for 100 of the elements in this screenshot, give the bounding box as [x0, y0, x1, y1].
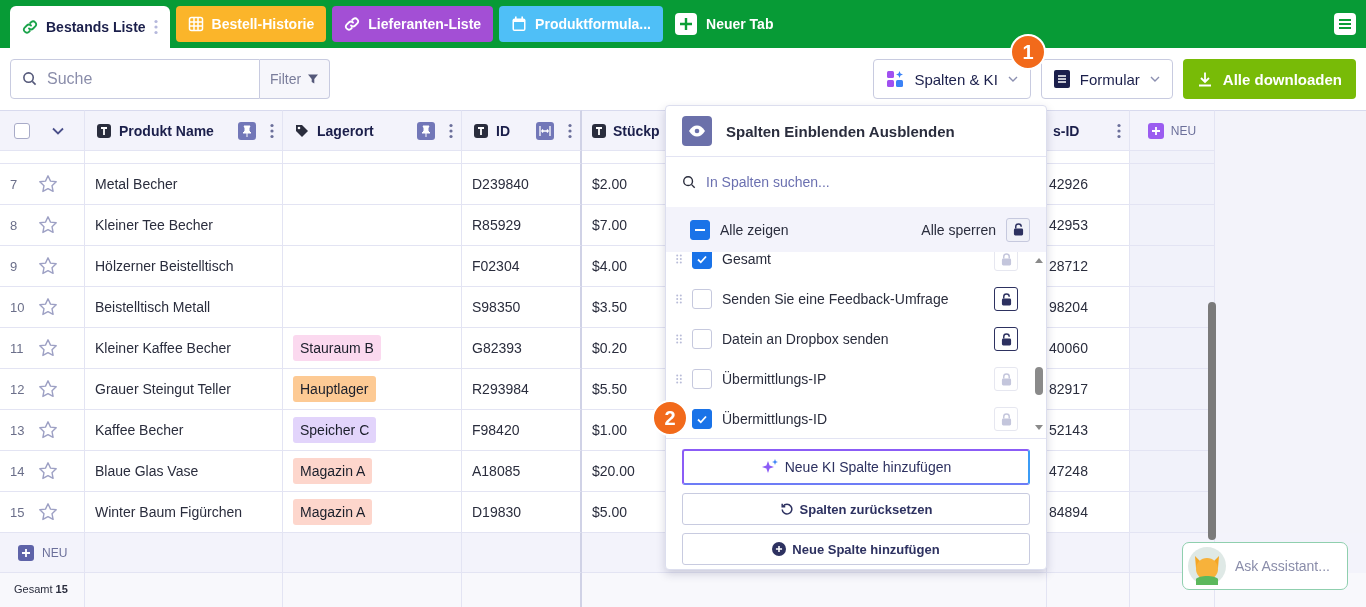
avatar-icon: [1187, 546, 1227, 586]
plus-icon: [772, 542, 787, 556]
row-number: 13: [10, 422, 26, 438]
show-all-label: Alle zeigen: [720, 221, 789, 238]
lock-button[interactable]: [994, 287, 1018, 311]
add-row-button[interactable]: NEU: [14, 544, 68, 561]
show-all-checkbox[interactable]: [690, 219, 710, 240]
lock-button[interactable]: [994, 327, 1018, 351]
scrollbar[interactable]: [1208, 302, 1216, 540]
form-button[interactable]: Formular: [1040, 59, 1173, 99]
star-icon[interactable]: [38, 502, 58, 522]
lock-all-button[interactable]: [1006, 217, 1030, 242]
funnel-icon: [307, 73, 320, 85]
location-tag: Hauptlager: [293, 376, 376, 402]
table-cell: Metal Becher: [85, 164, 283, 205]
select-all-checkbox[interactable]: [14, 122, 30, 139]
lock-icon: [1000, 412, 1012, 426]
search-icon: [682, 175, 696, 189]
table-cell: D19830: [462, 492, 582, 533]
column-label: Datein an Dropbox senden: [722, 331, 889, 347]
table-cell: Winter Baum Figürchen: [85, 492, 283, 533]
column-checkbox[interactable]: [692, 329, 712, 349]
lock-all-label: Alle sperren: [921, 221, 996, 238]
location-tag: Speicher C: [293, 417, 377, 443]
star-icon[interactable]: [38, 215, 58, 235]
table-cell: 98204: [1047, 287, 1130, 328]
pin-icon[interactable]: [238, 121, 256, 140]
star-icon[interactable]: [38, 379, 58, 399]
table-cell: R293984: [462, 369, 582, 410]
table-cell: D239840: [462, 164, 582, 205]
grid-icon: [187, 16, 204, 32]
row-number: 8: [10, 217, 19, 233]
plus-icon: [675, 13, 697, 35]
location-tag: Stauraum B: [293, 335, 381, 361]
table-cell: Kleiner Tee Becher: [85, 205, 283, 246]
text-type-icon: [97, 123, 111, 138]
drag-handle-icon[interactable]: [676, 334, 682, 344]
drag-handle-icon[interactable]: [676, 294, 682, 304]
document-icon: [1053, 70, 1070, 88]
check-icon: [696, 253, 708, 265]
row-number: 12: [10, 381, 26, 397]
column-label: Übermittlungs-ID: [722, 411, 828, 427]
more-icon[interactable]: [449, 122, 453, 139]
lock-icon: [1000, 332, 1012, 346]
pin-icon[interactable]: [417, 121, 435, 140]
star-icon[interactable]: [38, 256, 58, 276]
new-column-button[interactable]: Neue Spalte hinzufügen: [682, 533, 1030, 565]
table-cell: F02304: [462, 246, 582, 287]
table-cell: 47248: [1047, 451, 1130, 492]
menu-icon[interactable]: [1334, 13, 1356, 35]
check-icon: [696, 413, 708, 425]
column-title: s-ID: [1053, 122, 1080, 139]
lock-icon: [1000, 252, 1012, 266]
columns-ai-button[interactable]: Spalten & KI: [873, 59, 1031, 99]
drag-handle-icon[interactable]: [676, 254, 682, 264]
calendar-icon: [511, 16, 528, 32]
new-ai-column-button[interactable]: Neue KI Spalte hinzufügen: [682, 449, 1030, 485]
table-cell: 28712: [1047, 246, 1130, 287]
column-label: Senden Sie eine Feedback-Umfrage: [722, 291, 949, 307]
drag-handle-icon[interactable]: [676, 374, 682, 384]
panel-title: Spalten Einblenden Ausblenden: [726, 122, 955, 140]
column-label: Übermittlungs-IP: [722, 371, 827, 387]
row-number: 9: [10, 258, 19, 274]
link-icon: [344, 16, 361, 32]
fit-width-icon[interactable]: [536, 121, 554, 140]
more-icon[interactable]: [270, 122, 274, 139]
star-icon[interactable]: [38, 297, 58, 317]
column-title: Stückp: [613, 122, 660, 139]
chevron-down-icon: [1149, 76, 1160, 82]
more-icon[interactable]: [1117, 122, 1121, 139]
column-label: Gesamt: [722, 252, 771, 267]
tab[interactable]: Lieferanten-Liste: [332, 6, 494, 42]
table-cell: 42926: [1047, 164, 1130, 205]
star-icon[interactable]: [38, 461, 58, 481]
row-number: 14: [10, 463, 26, 479]
search-field[interactable]: Suche: [10, 59, 260, 99]
row-number: 7: [10, 176, 19, 192]
column-search-field[interactable]: In Spalten suchen...: [666, 157, 1046, 207]
link-icon: [22, 19, 38, 35]
apps-icon: [886, 70, 905, 88]
tab[interactable]: Bestands Liste: [10, 6, 170, 48]
reset-columns-button[interactable]: Spalten zurücksetzen: [682, 493, 1030, 525]
more-icon[interactable]: [153, 19, 158, 35]
row-number: 15: [10, 504, 26, 520]
star-icon[interactable]: [38, 174, 58, 194]
new-column-button[interactable]: NEU: [1141, 121, 1203, 140]
new-tab-button[interactable]: Neuer Tab: [669, 6, 780, 42]
column-checkbox[interactable]: [692, 289, 712, 309]
table-cell: 82917: [1047, 369, 1130, 410]
chevron-down-icon: [1007, 76, 1018, 82]
table-cell: G82393: [462, 328, 582, 369]
star-icon[interactable]: [38, 420, 58, 440]
table-cell: S98350: [462, 287, 582, 328]
download-icon: [1196, 71, 1213, 87]
more-icon[interactable]: [568, 122, 572, 139]
star-icon[interactable]: [38, 338, 58, 358]
filter-button[interactable]: Filter: [260, 59, 331, 99]
chevron-down-icon[interactable]: [52, 126, 64, 135]
download-button[interactable]: Alle downloaden: [1182, 59, 1356, 99]
table-cell: A18085: [462, 451, 582, 492]
